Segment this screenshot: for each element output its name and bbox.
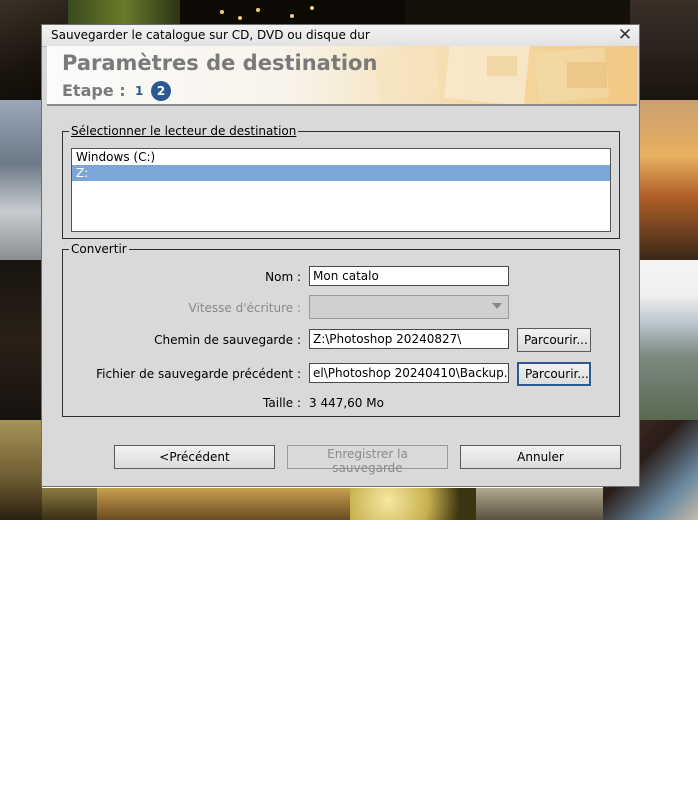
size-value: 3 447,60 Mo <box>309 396 384 410</box>
name-input[interactable]: Mon catalo <box>309 266 509 286</box>
title-bar[interactable]: Sauvegarder le catalogue sur CD, DVD ou … <box>42 25 639 47</box>
cancel-button[interactable]: Annuler <box>460 445 621 469</box>
photo-tile <box>630 0 698 100</box>
step-1-indicator: 1 <box>135 84 144 98</box>
step-2-indicator-current: 2 <box>151 81 171 101</box>
photo-tile <box>0 100 42 260</box>
browse-previous-button[interactable]: Parcourir... <box>517 362 591 386</box>
destination-legend: Sélectionner le lecteur de destination <box>69 124 299 138</box>
photo-tile <box>0 260 42 420</box>
previous-backup-input[interactable]: el\Photoshop 20240410\Backup.tly <box>309 363 509 383</box>
window-title: Sauvegarder le catalogue sur CD, DVD ou … <box>51 28 370 42</box>
close-icon[interactable]: ✕ <box>617 25 633 45</box>
photo-tile <box>42 488 97 520</box>
photo-tile <box>476 488 603 520</box>
speed-select[interactable] <box>309 295 509 319</box>
photo-tile <box>640 260 698 420</box>
drive-listbox[interactable]: Windows (C:) Z: <box>71 148 611 232</box>
previous-button[interactable]: <Précédent <box>114 445 275 469</box>
save-backup-button[interactable]: Enregistrer la sauvegarde <box>287 445 448 475</box>
wizard-banner: Paramètres de destination Etape : 1 2 <box>47 46 637 106</box>
backup-path-label: Chemin de sauvegarde : <box>154 333 301 347</box>
drive-item-z[interactable]: Z: <box>72 165 610 181</box>
backup-dialog: Sauvegarder le catalogue sur CD, DVD ou … <box>41 24 640 487</box>
chevron-down-icon <box>492 303 502 309</box>
step-label: Etape : <box>62 81 126 100</box>
convert-group: Convertir Nom : Mon catalo Vitesse d'écr… <box>62 242 620 417</box>
browse-path-button[interactable]: Parcourir... <box>517 328 591 352</box>
previous-backup-label: Fichier de sauvegarde précédent : <box>96 367 301 381</box>
photo-tile <box>640 100 698 260</box>
photo-tile <box>350 488 476 520</box>
banner-decoration <box>374 46 610 104</box>
name-label: Nom : <box>265 270 301 284</box>
page-title: Paramètres de destination <box>62 51 378 75</box>
backup-path-input[interactable]: Z:\Photoshop 20240827\ <box>309 329 509 349</box>
photo-tile <box>97 488 350 520</box>
destination-group: Sélectionner le lecteur de destination W… <box>62 124 620 239</box>
photo-tile <box>0 420 42 520</box>
size-label: Taille : <box>263 396 301 410</box>
drive-item-windows-c[interactable]: Windows (C:) <box>72 149 610 165</box>
speed-label: Vitesse d'écriture : <box>188 301 301 315</box>
convert-legend: Convertir <box>69 242 129 256</box>
